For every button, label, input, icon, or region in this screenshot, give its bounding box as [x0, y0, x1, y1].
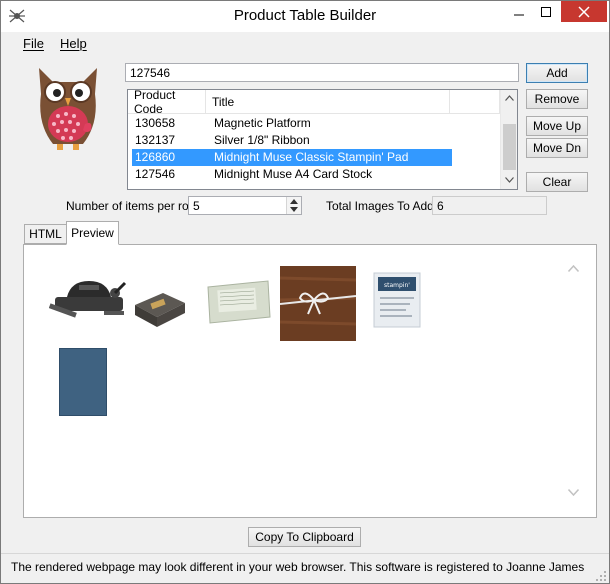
menu-file-label: File — [23, 36, 44, 51]
scroll-down-arrow-icon[interactable] — [568, 489, 579, 496]
preview-image-die-cutting-machine — [49, 281, 127, 318]
tab-html[interactable]: HTML — [24, 224, 67, 244]
clear-button[interactable]: Clear — [526, 172, 588, 192]
maximize-button[interactable] — [532, 1, 559, 23]
column-header-title[interactable]: Title — [206, 90, 450, 114]
maximize-icon — [540, 7, 551, 17]
add-button[interactable]: Add — [526, 63, 588, 83]
column-header-label: Product Code — [134, 89, 176, 116]
product-code: 127546 — [135, 167, 176, 181]
svg-text:stampin': stampin' — [384, 282, 410, 289]
column-header-filler — [450, 90, 500, 114]
copy-to-clipboard-button[interactable]: Copy To Clipboard — [248, 527, 361, 547]
menu-file[interactable]: File — [23, 36, 44, 51]
menu-help-label: Help — [60, 36, 87, 51]
items-per-row-spinner[interactable]: 5 — [188, 196, 302, 215]
product-code-input[interactable]: 127546 — [125, 63, 519, 82]
list-item[interactable]: 127546 Midnight Muse A4 Card Stock — [132, 166, 452, 183]
preview-panel: stampin' — [23, 244, 597, 518]
product-code: 132137 — [135, 133, 176, 147]
remove-button[interactable]: Remove — [526, 89, 588, 109]
status-text: The rendered webpage may look different … — [11, 560, 585, 574]
total-images-label: Total Images To Add — [326, 199, 434, 213]
list-scrollbar[interactable] — [500, 90, 517, 189]
items-per-row-label: Number of items per row — [66, 199, 198, 213]
preview-image-silver-ribbon — [280, 266, 356, 341]
column-header-product-code[interactable]: Product Code — [128, 89, 206, 116]
preview-image-card-stock — [59, 348, 107, 416]
scroll-down-arrow-icon[interactable] — [505, 177, 514, 183]
total-images-field: 6 — [432, 196, 547, 215]
minimize-button[interactable] — [505, 1, 532, 23]
column-header-label: Title — [212, 94, 235, 109]
scroll-up-arrow-icon[interactable] — [568, 265, 579, 272]
list-item[interactable]: 132137 Silver 1/8" Ribbon — [132, 132, 452, 149]
product-title: Midnight Muse Classic Stampin' Pad — [214, 150, 409, 164]
product-list[interactable]: Product Code Title 130658 Magnetic Platf… — [127, 89, 518, 190]
resize-grip-icon[interactable] — [595, 570, 607, 582]
preview-image-punch-tool — [135, 293, 185, 327]
preview-image-magnetic-platform — [207, 280, 271, 324]
preview-scrollbar[interactable] — [563, 247, 595, 515]
preview-image-ink-pad: stampin' — [373, 272, 421, 328]
list-scroll-thumb[interactable] — [503, 124, 516, 170]
owl-logo — [39, 68, 97, 150]
close-icon — [578, 5, 590, 18]
list-item-selected[interactable]: 126860 Midnight Muse Classic Stampin' Pa… — [132, 149, 452, 166]
tab-preview[interactable]: Preview — [66, 221, 119, 245]
move-up-button[interactable]: Move Up — [526, 116, 588, 136]
product-title: Magnetic Platform — [214, 116, 311, 130]
spin-up-arrow-icon[interactable] — [290, 199, 298, 204]
product-code: 130658 — [135, 116, 176, 130]
minimize-icon — [513, 14, 524, 16]
spin-down-arrow-icon[interactable] — [290, 207, 298, 212]
product-title: Silver 1/8" Ribbon — [214, 133, 310, 147]
items-per-row-value: 5 — [193, 198, 200, 213]
scroll-up-arrow-icon[interactable] — [505, 95, 514, 101]
product-title: Midnight Muse A4 Card Stock — [214, 167, 373, 181]
close-button[interactable] — [561, 1, 607, 22]
list-item[interactable]: 130658 Magnetic Platform — [132, 115, 452, 132]
status-bar: The rendered webpage may look different … — [1, 553, 609, 583]
move-down-button[interactable]: Move Dn — [526, 138, 588, 158]
spinner-buttons — [286, 197, 301, 214]
menu-help[interactable]: Help — [60, 36, 87, 51]
product-code: 126860 — [135, 150, 176, 164]
